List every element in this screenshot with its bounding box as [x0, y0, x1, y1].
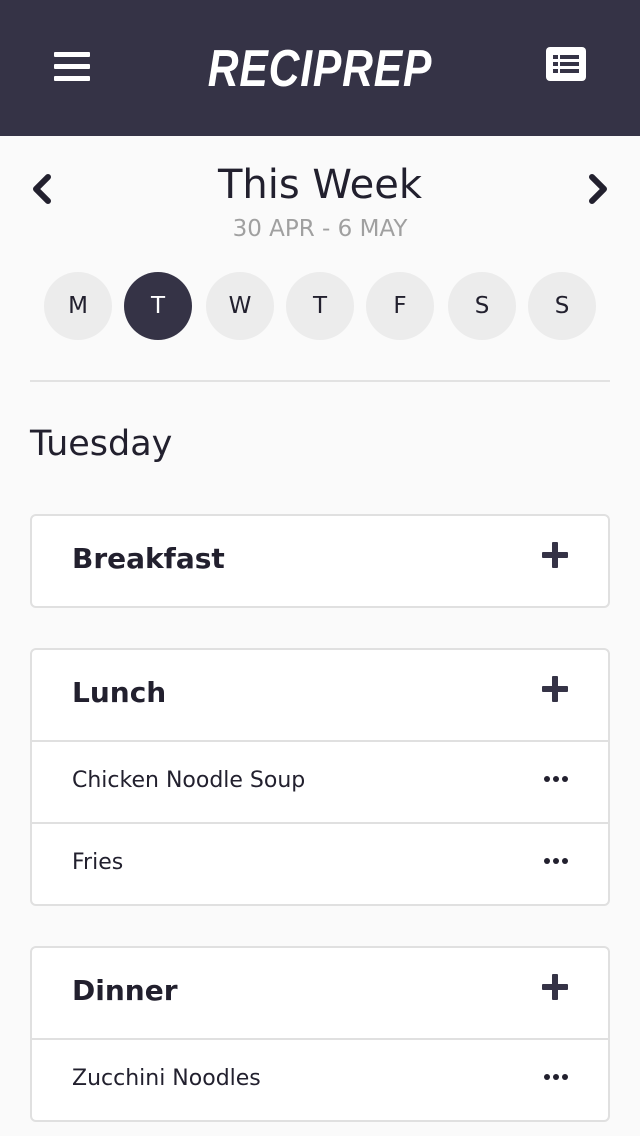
day-wednesday[interactable]: W	[206, 272, 274, 340]
meal-item-label: Zucchini Noodles	[72, 1066, 261, 1091]
week-date-range: 30 APR - 6 MAY	[232, 216, 408, 242]
more-options-icon[interactable]	[544, 776, 568, 782]
more-options-icon[interactable]	[544, 858, 568, 864]
day-tuesday[interactable]: T	[124, 272, 192, 340]
add-icon[interactable]	[542, 974, 568, 1000]
day-monday[interactable]: M	[44, 272, 112, 340]
add-icon[interactable]	[542, 542, 568, 568]
meal-card-lunch: Lunch Chicken Noodle Soup Fries	[30, 648, 610, 906]
day-friday[interactable]: F	[366, 272, 434, 340]
meal-item[interactable]: Fries	[32, 822, 608, 904]
meal-card-dinner: Dinner Zucchini Noodles	[30, 946, 610, 1122]
meal-title: Dinner	[72, 974, 178, 1007]
meal-card-header: Breakfast	[32, 516, 608, 606]
meal-title: Breakfast	[72, 542, 225, 575]
day-saturday[interactable]: S	[448, 272, 516, 340]
meal-item[interactable]: Zucchini Noodles	[32, 1038, 608, 1120]
week-title: This Week	[217, 162, 423, 208]
meal-item-label: Chicken Noodle Soup	[72, 768, 306, 793]
meal-card-header: Dinner	[32, 948, 608, 1038]
app-logo: RECIPREP	[207, 40, 433, 98]
selected-day-heading: Tuesday	[30, 424, 173, 464]
meal-card-breakfast: Breakfast	[30, 514, 610, 608]
top-bar: RECIPREP	[0, 0, 640, 136]
list-view-icon[interactable]	[546, 47, 586, 81]
more-options-icon[interactable]	[544, 1074, 568, 1080]
meal-card-header: Lunch	[32, 650, 608, 740]
chevron-right-icon[interactable]	[582, 172, 612, 206]
add-icon[interactable]	[542, 676, 568, 702]
meal-title: Lunch	[72, 676, 167, 709]
day-thursday[interactable]: T	[286, 272, 354, 340]
divider	[30, 380, 610, 382]
day-sunday[interactable]: S	[528, 272, 596, 340]
meal-item[interactable]: Chicken Noodle Soup	[32, 740, 608, 822]
meal-item-label: Fries	[72, 850, 124, 875]
